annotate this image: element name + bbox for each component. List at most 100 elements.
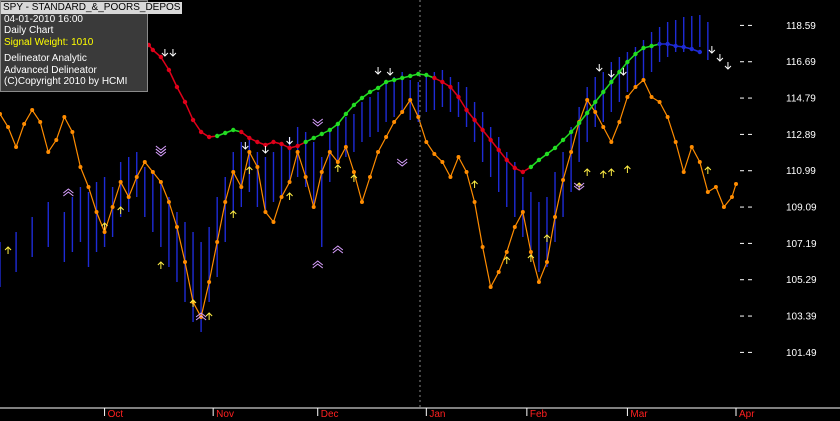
oscillator-point: [689, 145, 694, 149]
oscillator-point: [376, 150, 381, 154]
oscillator-point: [641, 78, 646, 82]
oscillator-point: [38, 120, 43, 124]
trend-point: [697, 49, 703, 55]
oscillator-point: [22, 122, 27, 126]
chart-datetime: 04-01-2010 16:00: [4, 13, 83, 25]
trend-point: [343, 111, 349, 117]
oscillator-point: [553, 215, 558, 219]
y-tick-label: 103.39: [786, 312, 817, 323]
signal-weight-label: Signal Weight: 1010: [4, 36, 94, 48]
oscillator-point: [14, 145, 19, 149]
oscillator-point: [231, 170, 236, 174]
trend-point: [198, 129, 204, 135]
y-tick-label: 118.59: [786, 21, 816, 32]
oscillator-point: [536, 280, 541, 284]
oscillator-point: [585, 98, 590, 102]
oscillator-point: [488, 285, 493, 289]
trend-point: [231, 127, 236, 133]
trend-point: [593, 99, 598, 105]
chart-type-label: Daily Chart: [4, 25, 54, 36]
oscillator-point: [351, 170, 356, 174]
trend-point: [383, 79, 389, 85]
oscillator-point: [247, 150, 252, 154]
oscillator-point: [70, 130, 75, 134]
trend-point: [391, 77, 397, 83]
trend-point: [359, 95, 365, 101]
trend-point: [448, 84, 453, 90]
oscillator-point: [729, 195, 734, 199]
trend-point: [536, 157, 542, 163]
x-tick-label: Mar: [630, 409, 648, 420]
oscillator-point: [368, 175, 373, 179]
oscillator-point: [504, 250, 509, 254]
trend-point: [512, 165, 517, 171]
oscillator-point: [319, 170, 324, 174]
y-tick-label: 116.69: [786, 57, 816, 68]
oscillator-point: [134, 175, 139, 179]
oscillator-point: [448, 175, 453, 179]
trend-point: [174, 84, 180, 90]
trend-point: [214, 133, 220, 139]
trend-point: [440, 79, 445, 85]
oscillator-point: [384, 135, 389, 139]
trend-point: [223, 130, 228, 136]
oscillator-point: [681, 170, 686, 174]
trend-point: [279, 141, 284, 147]
oscillator-point: [335, 160, 340, 164]
trend-point: [480, 127, 485, 133]
oscillator-point: [512, 225, 517, 229]
oscillator-point: [472, 200, 477, 204]
oscillator-point: [569, 150, 574, 154]
oscillator-point: [601, 125, 606, 129]
trend-point: [424, 72, 429, 78]
oscillator-point: [697, 160, 702, 164]
trend-point: [552, 145, 558, 151]
trend-point: [609, 79, 614, 85]
oscillator-point: [657, 100, 662, 104]
trend-point: [239, 129, 244, 135]
trend-point: [287, 145, 292, 151]
oscillator-point: [54, 138, 59, 142]
oscillator-point: [142, 160, 147, 164]
x-tick-label: Dec: [321, 409, 339, 420]
oscillator-point: [520, 210, 525, 214]
oscillator-point: [110, 205, 115, 209]
oscillator-point: [464, 170, 469, 174]
trend-point: [641, 45, 646, 51]
oscillator-point: [62, 115, 67, 119]
oscillator-point: [593, 110, 598, 114]
y-tick-label: 105.29: [786, 275, 817, 286]
oscillator-point: [271, 220, 276, 224]
trend-point: [319, 131, 324, 137]
trend-point: [351, 102, 357, 108]
oscillator-point: [46, 150, 51, 154]
trend-point: [432, 75, 437, 81]
oscillator-point: [617, 120, 622, 124]
trend-point: [472, 117, 477, 123]
trend-point: [158, 54, 164, 60]
oscillator-point: [544, 260, 549, 264]
oscillator-point: [158, 180, 163, 184]
trend-point: [311, 135, 316, 141]
trend-point: [625, 59, 630, 65]
trend-point: [456, 94, 461, 100]
oscillator-point: [287, 180, 292, 184]
oscillator-point: [255, 165, 260, 169]
trend-point: [584, 110, 590, 116]
oscillator-point: [279, 195, 284, 199]
delineator-label: Advanced Delineator: [4, 64, 97, 76]
chart-info-box: SPY - STANDARD_&_POORS_DEPOS 04-01-2010 …: [0, 0, 183, 92]
trend-point: [327, 127, 332, 133]
oscillator-point: [166, 200, 171, 204]
x-tick-label: Apr: [739, 409, 755, 420]
trend-point: [295, 143, 300, 149]
oscillator-point: [713, 185, 718, 189]
oscillator-point: [311, 205, 316, 209]
trend-point: [649, 43, 654, 49]
oscillator-point: [86, 185, 91, 189]
y-tick-label: 112.89: [786, 130, 816, 141]
oscillator-point: [633, 85, 638, 89]
trend-point: [633, 51, 638, 57]
trend-point: [464, 107, 469, 113]
oscillator-point: [183, 260, 188, 264]
